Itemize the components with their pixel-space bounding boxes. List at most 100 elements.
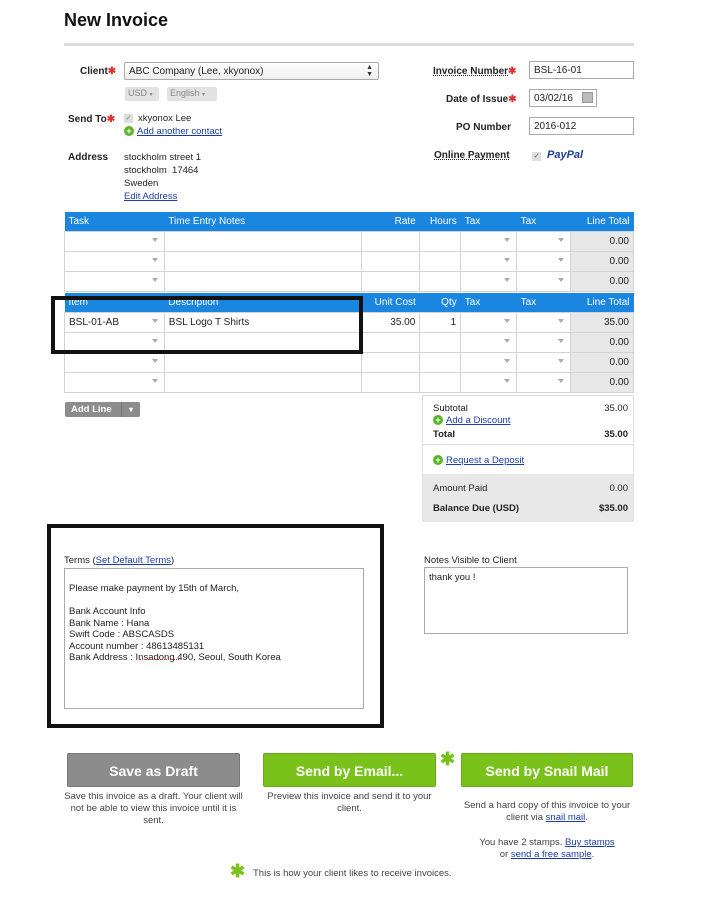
col-rate: Rate [361,212,420,231]
unit-cost-cell[interactable] [361,331,421,353]
add-discount-link[interactable]: + Add a Discount [433,415,510,426]
tax1-cell[interactable] [460,311,518,333]
send-email-button[interactable]: Send by Email... [263,753,436,787]
save-draft-button[interactable]: Save as Draft [67,753,240,787]
tax1-cell[interactable] [460,270,518,292]
dropdown-arrow-icon[interactable] [558,338,565,343]
hours-cell[interactable] [419,230,462,252]
language-select[interactable]: English ▾ [167,87,217,101]
task-cell[interactable] [64,230,165,252]
unit-cost-cell[interactable] [361,371,421,393]
line-total-cell-text: 0.00 [609,336,629,348]
tax1-cell[interactable] [460,371,518,393]
col-qty: Qty [419,293,461,312]
po-label: PO Number [456,122,512,133]
add-contact-link[interactable]: + Add another contact [124,126,222,137]
qty-cell[interactable] [419,351,462,373]
po-input[interactable]: 2016-012 [529,117,634,135]
tax2-cell[interactable] [516,371,572,393]
dropdown-arrow-icon[interactable] [558,257,565,262]
notes-cell[interactable] [163,250,363,272]
dropdown-arrow-icon[interactable] [151,257,158,262]
online-payment-checkbox[interactable]: ✓ [532,152,541,161]
dropdown-arrow-icon[interactable] [558,318,565,323]
dropdown-arrow-icon[interactable] [504,318,511,323]
tax2-cell[interactable] [516,230,572,252]
dropdown-arrow-icon[interactable] [558,378,565,383]
date-input[interactable]: 03/02/16 [529,89,597,107]
tax2-cell[interactable] [516,351,572,373]
qty-cell[interactable] [419,371,462,393]
set-default-terms-link[interactable]: Set Default Terms [96,555,171,566]
dropdown-arrow-icon[interactable] [504,257,511,262]
hours-cell[interactable] [419,270,462,292]
tax2-cell[interactable] [516,270,572,292]
unit-cost-cell[interactable]: 35.00 [361,311,421,333]
col-time-entry-notes: Time Entry Notes [164,212,362,231]
subtotal-label: Subtotal [433,403,468,414]
invoice-number-input[interactable]: BSL-16-01 [529,61,634,79]
dropdown-arrow-icon[interactable] [504,237,511,242]
online-payment-label: Online Payment [434,150,510,161]
tax1-cell[interactable] [460,331,518,353]
dropdown-arrow-icon[interactable] [558,277,565,282]
contact-checkbox[interactable]: ✓ [124,114,133,123]
edit-address-link[interactable]: Edit Address [124,191,177,202]
item-cell[interactable] [64,371,165,393]
tax1-cell[interactable] [460,351,518,373]
dropdown-arrow-icon[interactable] [504,338,511,343]
invoice-number-label: Invoice Number✱ [433,66,517,77]
tax2-cell[interactable] [516,331,572,353]
description-cell[interactable] [163,371,363,393]
notes-cell[interactable] [163,270,363,292]
hours-cell[interactable] [419,250,462,272]
calendar-icon[interactable] [582,92,593,103]
rate-cell[interactable] [361,230,421,252]
line-total-cell: 0.00 [570,351,634,373]
rate-cell[interactable] [361,270,421,292]
qty-cell[interactable] [419,331,462,353]
dropdown-arrow-icon[interactable] [151,237,158,242]
dropdown-arrow-icon[interactable] [151,378,158,383]
add-icon: + [433,415,443,426]
qty-cell[interactable]: 1 [419,311,462,333]
col-tax-2: Tax [516,212,571,231]
task-table: Task Time Entry Notes Rate Hours Tax Tax… [64,212,634,292]
request-deposit-link[interactable]: + Request a Deposit [433,455,524,466]
footer-note: This is how your client likes to receive… [253,868,452,879]
task-cell[interactable] [64,270,165,292]
client-label: Client✱ [80,66,117,77]
notes-cell[interactable] [163,230,363,252]
send-snail-mail-button[interactable]: Send by Snail Mail [461,753,633,787]
preferred-asterisk-icon: ✱ [440,749,456,769]
task-cell[interactable] [64,250,165,272]
dropdown-arrow-icon[interactable] [504,378,511,383]
notes-textarea[interactable]: thank you ! [424,567,628,634]
dropdown-arrow-icon[interactable] [558,237,565,242]
tax1-cell[interactable] [460,250,518,272]
total-label: Total [433,429,455,440]
terms-textarea[interactable]: Please make payment by 15th of March, Ba… [64,568,364,709]
add-icon: + [433,455,443,466]
rate-cell[interactable] [361,250,421,272]
free-sample-link[interactable]: send a free sample [511,849,592,860]
dropdown-arrow-icon[interactable] [558,358,565,363]
description-cell[interactable] [163,351,363,373]
dropdown-arrow-icon[interactable] [151,277,158,282]
item-cell[interactable] [64,351,165,373]
dropdown-arrow-icon[interactable]: ▾ [121,402,140,417]
buy-stamps-link[interactable]: Buy stamps [565,837,615,848]
tax2-cell[interactable] [516,311,572,333]
col-unit-cost: Unit Cost [361,293,420,312]
snail-caption: Send a hard copy of this invoice to your… [463,800,631,823]
dropdown-arrow-icon[interactable] [504,358,511,363]
tax2-cell[interactable] [516,250,572,272]
unit-cost-cell[interactable] [361,351,421,373]
dropdown-arrow-icon[interactable] [151,358,158,363]
currency-select[interactable]: USD ▾ [125,87,159,101]
dropdown-arrow-icon[interactable] [504,277,511,282]
add-line-button[interactable]: Add Line ▾ [65,402,140,417]
tax1-cell[interactable] [460,230,518,252]
client-select[interactable]: ABC Company (Lee, xkyonox) ▲ ▼ [124,62,379,80]
snail-mail-link[interactable]: snail mail [546,812,586,823]
